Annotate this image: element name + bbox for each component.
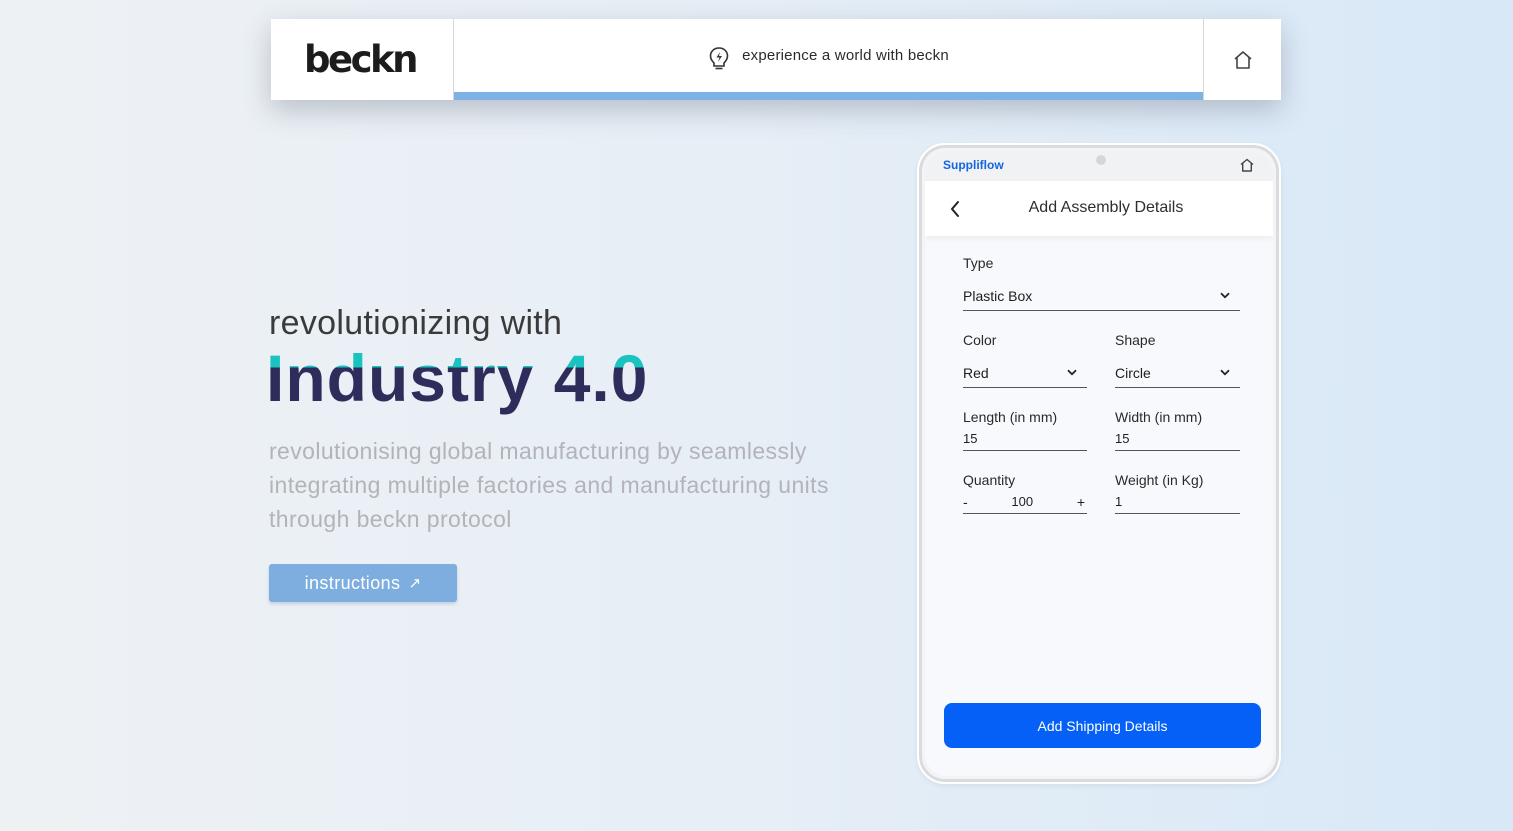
logo-container[interactable]: beckn [271,19,454,100]
width-input[interactable]: 15 [1115,427,1240,451]
app-header: Add Assembly Details [925,181,1273,236]
home-icon [1233,50,1252,69]
chevron-down-icon [1220,292,1230,299]
shape-label: Shape [1115,332,1156,348]
beckn-logo[interactable]: beckn [304,38,420,81]
phone-mockup: Suppliflow Add Assembly Details Type Pla… [917,143,1281,784]
type-field[interactable]: Type Plastic Box [963,255,1240,311]
width-value: 15 [1115,431,1130,446]
shape-field[interactable]: Shape Circle [1115,332,1240,388]
shape-select[interactable]: Circle [1115,358,1240,388]
quantity-stepper[interactable]: - 100 + [963,490,1087,514]
hero-heading: Industry 4.0 [266,341,649,415]
chevron-down-icon [1067,369,1077,376]
phone-status-bar: Suppliflow [925,151,1273,181]
length-label: Length (in mm) [963,409,1058,425]
quantity-value[interactable]: 100 [1011,494,1033,509]
quantity-field[interactable]: Quantity - 100 + [963,472,1087,514]
home-button[interactable] [1203,19,1281,100]
color-value: Red [963,364,989,381]
quantity-decrement-button[interactable]: - [963,494,968,510]
length-field[interactable]: Length (in mm) 15 [963,409,1087,451]
lightbulb-bolt-icon [709,46,729,69]
hero-subheading: revolutionizing with [269,304,563,342]
hero-description: revolutionising global manufacturing by … [269,438,829,532]
chevron-down-icon [1220,369,1230,376]
type-select[interactable]: Plastic Box [963,281,1240,311]
tagline-container: experience a world with beckn [454,19,1203,100]
add-shipping-details-button[interactable]: Add Shipping Details [944,703,1261,748]
progress-bar [454,92,1203,100]
type-value: Plastic Box [963,287,1033,304]
type-label: Type [963,255,994,271]
color-field[interactable]: Color Red [963,332,1087,388]
shape-value: Circle [1115,364,1151,381]
camera-notch [1096,155,1106,165]
weight-value: 1 [1115,494,1123,509]
width-label: Width (in mm) [1115,409,1203,425]
length-input[interactable]: 15 [963,427,1087,451]
tagline-text: experience a world with beckn [742,47,949,64]
top-header: beckn experience a world with beckn [271,19,1281,100]
phone-screen: Suppliflow Add Assembly Details Type Pla… [925,151,1273,776]
instructions-button[interactable]: instructions ↗ [269,564,457,602]
quantity-increment-button[interactable]: + [1077,494,1085,510]
weight-label: Weight (in Kg) [1115,472,1204,488]
app-brand: Suppliflow [943,158,1004,172]
color-label: Color [963,332,997,348]
instructions-label: instructions [304,572,401,593]
color-select[interactable]: Red [963,358,1087,388]
length-value: 15 [963,431,978,446]
home-icon[interactable] [1239,157,1255,173]
width-field[interactable]: Width (in mm) 15 [1115,409,1240,451]
screen-title: Add Assembly Details [1028,199,1184,216]
weight-field[interactable]: Weight (in Kg) 1 [1115,472,1240,514]
weight-input[interactable]: 1 [1115,490,1240,514]
arrow-up-right-icon: ↗ [408,575,422,592]
quantity-label: Quantity [963,472,1016,488]
